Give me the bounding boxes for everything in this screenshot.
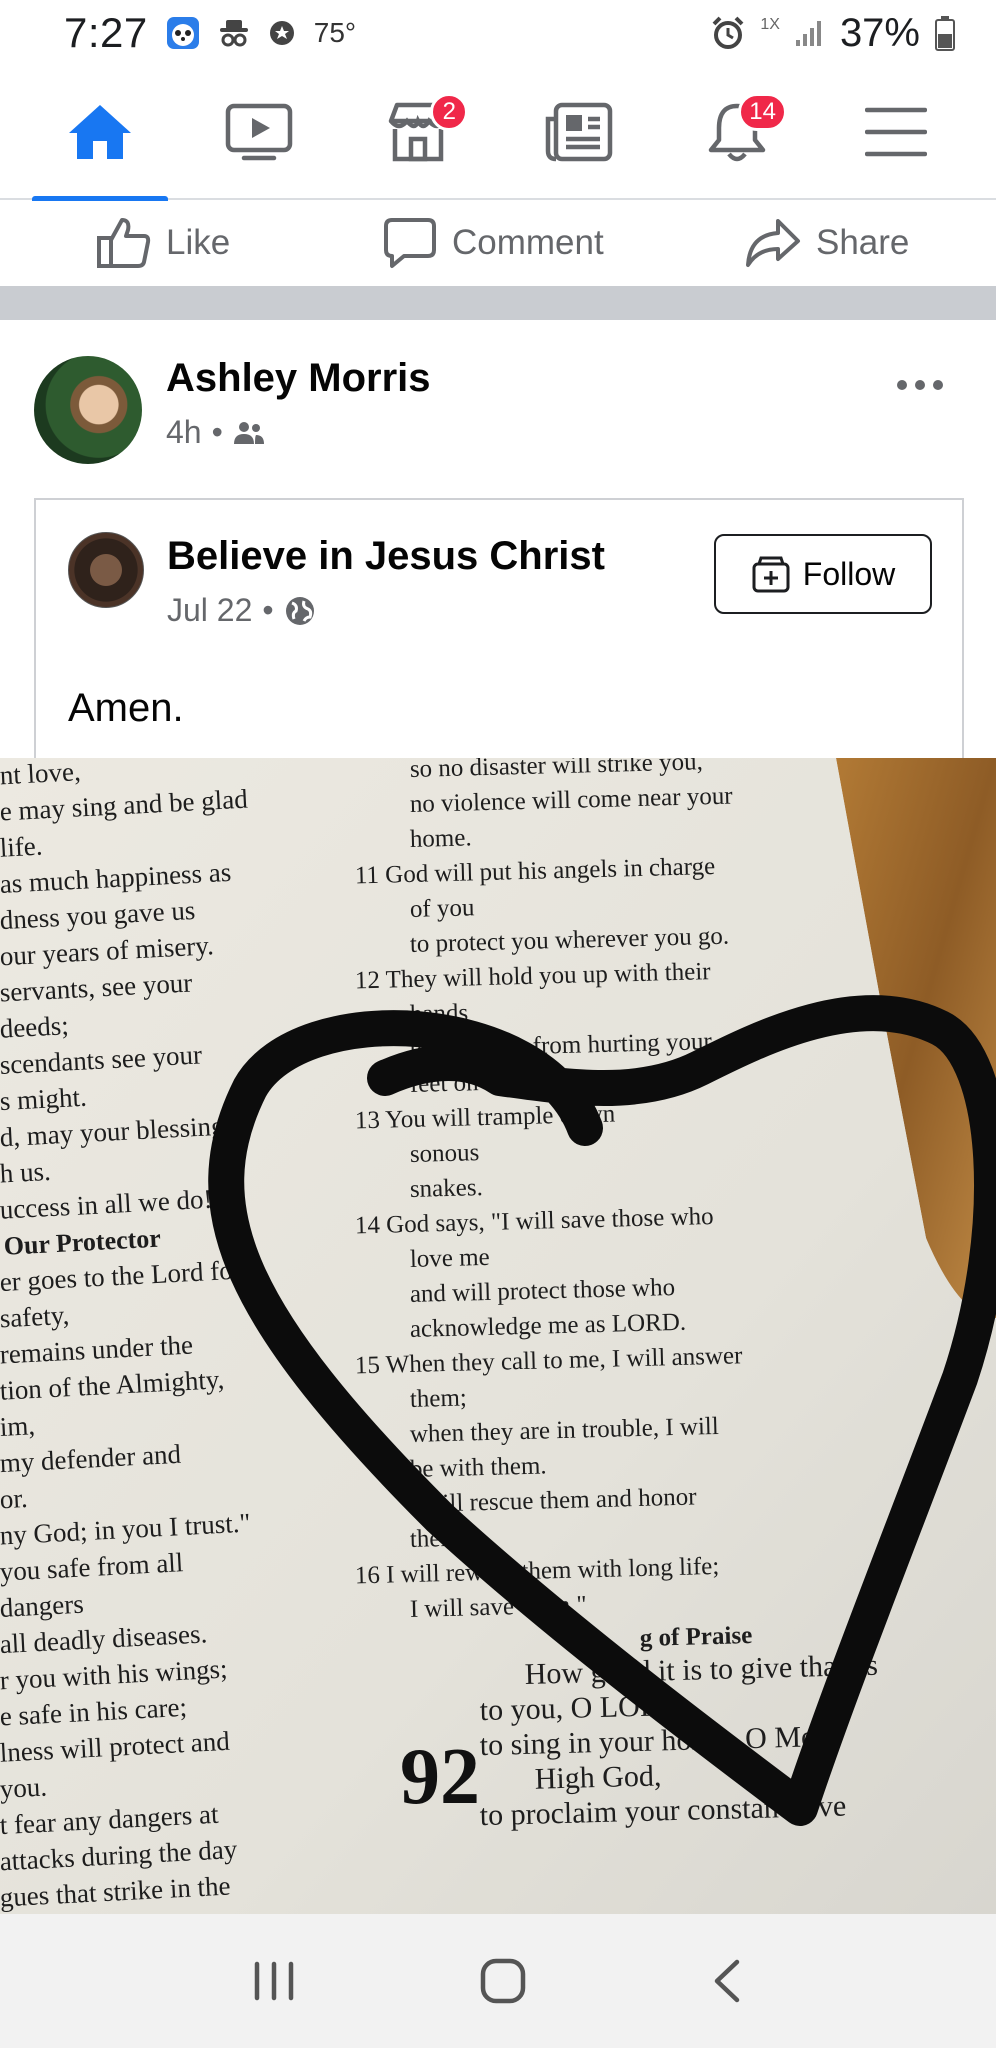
nav-news[interactable] (518, 65, 638, 199)
news-icon (545, 102, 612, 162)
right-text-line: snakes. (410, 1174, 484, 1203)
status-temperature: 75° (313, 17, 357, 48)
panda-app-icon (166, 17, 199, 49)
marketplace-badge: 2 (430, 93, 469, 131)
post-photo[interactable]: nt love, e may sing and be glad life. as mu… (0, 758, 996, 1914)
status-notification-icons: 75° (166, 16, 356, 50)
more-options-button[interactable] (896, 358, 944, 400)
right-text-line: sonous (410, 1139, 480, 1168)
left-text-line: or. (0, 1483, 28, 1514)
like-label: Like (166, 223, 231, 262)
left-text-line: s might. (0, 1082, 87, 1117)
right-text-line: love me (410, 1244, 491, 1273)
alarm-icon (712, 16, 744, 49)
left-text-line: deeds; (0, 1010, 69, 1044)
author-avatar[interactable] (34, 356, 142, 464)
comment-icon (384, 218, 436, 268)
shared-post-meta: Jul 22 • (167, 592, 316, 629)
nav-notifications[interactable]: 14 (677, 65, 797, 199)
previous-post-actions: Like Comment Share (0, 200, 996, 286)
status-system-icons: 1X 37% (710, 11, 956, 56)
left-text-line: safety, (0, 1300, 70, 1334)
right-text-line: them; (410, 1384, 468, 1412)
right-text-line: of you (410, 894, 476, 923)
post-time[interactable]: 4h (166, 414, 202, 451)
comment-button[interactable]: Comment (382, 200, 604, 286)
page-avatar[interactable] (68, 532, 144, 608)
follow-page-icon (752, 556, 790, 593)
android-nav-bar (0, 1914, 996, 2048)
left-text-line: h us. (0, 1156, 51, 1189)
home-button-icon[interactable] (478, 1956, 528, 2006)
author-name[interactable]: Ashley Morris (166, 356, 431, 401)
battery-icon (935, 16, 955, 51)
left-text-line: life. (0, 831, 43, 863)
left-text-line: nt love, (0, 758, 81, 790)
right-text-line: home. (410, 824, 472, 853)
nav-menu[interactable] (836, 65, 956, 199)
right-text-line: be with them. (410, 1452, 547, 1483)
back-icon[interactable] (709, 1958, 745, 2004)
left-text-line: you. (0, 1772, 48, 1804)
thumbs-up-icon (97, 218, 151, 268)
post-meta: 4h • (166, 414, 265, 451)
comment-label: Comment (452, 223, 604, 262)
nav-marketplace[interactable]: 2 (358, 65, 478, 199)
home-icon (68, 105, 131, 159)
bible-page-image: nt love,e may sing and be gladlife.as mu… (0, 758, 996, 1914)
shared-post-card: Believe in Jesus Christ Jul 22 • Follow … (34, 498, 964, 758)
meta-dot: • (211, 414, 223, 450)
psalm-number: 92 (400, 1733, 480, 1821)
more-icon (897, 380, 943, 390)
left-text-line: im, (0, 1410, 36, 1442)
share-icon (746, 219, 800, 267)
video-icon (225, 103, 293, 161)
signal-icon (795, 21, 821, 46)
notifications-badge: 14 (738, 93, 787, 131)
right-text-line: High God, (534, 1759, 661, 1795)
top-nav-bar: 2 14 (0, 65, 996, 201)
follow-button[interactable]: Follow (714, 534, 932, 614)
battery-percent: 37% (839, 10, 920, 55)
friends-icon (233, 421, 264, 444)
follow-label: Follow (802, 555, 896, 592)
settings-status-icon (269, 21, 294, 45)
meta-dot: • (262, 592, 274, 628)
status-time: 7:27 (64, 9, 148, 56)
share-label: Share (816, 223, 910, 262)
globe-icon (285, 596, 314, 625)
share-button[interactable]: Share (744, 200, 909, 286)
shared-post-date[interactable]: Jul 22 (167, 592, 252, 629)
post-text: Amen. (68, 686, 184, 730)
hamburger-icon (865, 107, 928, 157)
right-text-line: g of Praise (639, 1622, 752, 1652)
status-bar: 7:27 75° 1X 37% (0, 0, 996, 66)
like-button[interactable]: Like (96, 200, 230, 286)
incognito-icon (219, 20, 248, 47)
recent-apps-icon[interactable] (251, 1960, 297, 2002)
page-name[interactable]: Believe in Jesus Christ (167, 534, 605, 579)
nav-watch[interactable] (199, 65, 319, 199)
nav-home[interactable] (31, 65, 168, 201)
left-text-line: dangers (0, 1589, 84, 1623)
feed-separator (0, 286, 996, 320)
network-type: 1X (760, 16, 780, 33)
